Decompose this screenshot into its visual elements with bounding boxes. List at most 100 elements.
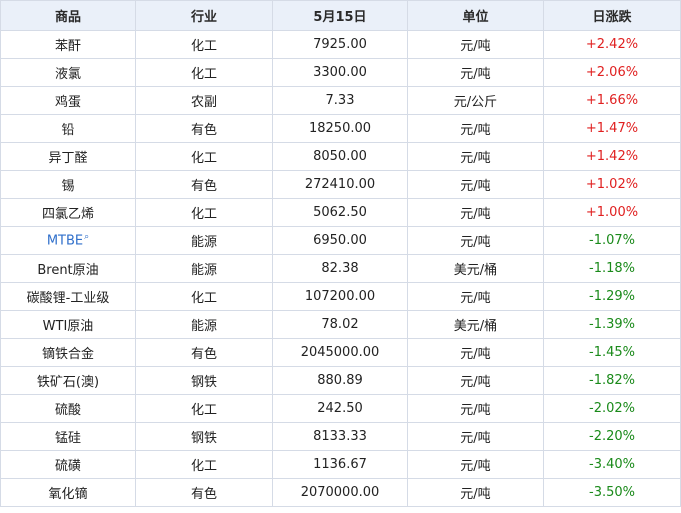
cell-product-name: 铁矿石(澳) <box>0 366 136 395</box>
cell-product-name: 锰硅 <box>0 422 136 451</box>
cell-change: -2.20% <box>543 422 681 451</box>
cell-unit: 元/吨 <box>407 450 544 479</box>
cell-industry: 化工 <box>135 450 273 479</box>
cell-change: -1.07% <box>543 226 681 255</box>
product-link[interactable]: MTBE <box>47 234 83 249</box>
cell-price: 880.89 <box>272 366 408 395</box>
cell-price: 5062.50 <box>272 198 408 227</box>
cell-price: 242.50 <box>272 394 408 423</box>
cell-change: -3.50% <box>543 478 681 507</box>
cell-industry: 钢铁 <box>135 422 273 451</box>
table-row: 硫磺 化工 1136.67 元/吨 -3.40% <box>0 450 681 479</box>
cell-price: 2045000.00 <box>272 338 408 367</box>
cell-unit: 元/吨 <box>407 30 544 59</box>
cell-industry: 能源 <box>135 254 273 283</box>
cell-price: 3300.00 <box>272 58 408 87</box>
header-product: 商品 <box>0 0 136 31</box>
cell-industry: 有色 <box>135 338 273 367</box>
cell-product-name: 氧化镝 <box>0 478 136 507</box>
cell-price: 8050.00 <box>272 142 408 171</box>
table-row: 苯酐 化工 7925.00 元/吨 +2.42% <box>0 30 681 59</box>
commodity-price-table-container: 商品 行业 5月15日 单位 日涨跌 苯酐 化工 7925.00 元/吨 +2.42% 液… <box>0 0 681 513</box>
table-row: 锡有色 272410.00 元/吨 +1.02% <box>0 170 681 199</box>
cell-industry: 农副 <box>135 86 273 115</box>
table-row: 异丁醛 化工 8050.00 元/吨 +1.42% <box>0 142 681 171</box>
cell-change: +1.00% <box>543 198 681 227</box>
cell-unit: 元/吨 <box>407 170 544 199</box>
table-row: 锰硅 钢铁 8133.33 元/吨 -2.20% <box>0 422 681 451</box>
header-unit: 单位 <box>407 0 544 31</box>
cell-product-name: 异丁醛 <box>0 142 136 171</box>
cell-change: -1.45% <box>543 338 681 367</box>
cell-unit: 元/吨 <box>407 282 544 311</box>
table-row: 碳酸锂-工业级 化工 107200.00 元/吨 -1.29% <box>0 282 681 311</box>
table-row: 铁矿石(澳) 钢铁 880.89 元/吨 -1.82% <box>0 366 681 395</box>
cell-price: 107200.00 <box>272 282 408 311</box>
cell-product-name: 硫酸 <box>0 394 136 423</box>
cell-industry: 化工 <box>135 142 273 171</box>
cell-price: 82.38 <box>272 254 408 283</box>
cell-product-name: MTBE⌕ <box>0 226 136 255</box>
cell-change: -1.39% <box>543 310 681 339</box>
cell-product-name: 苯酐 <box>0 30 136 59</box>
cell-product-name: 镝铁合金 <box>0 338 136 367</box>
cell-unit: 元/吨 <box>407 394 544 423</box>
cell-change: +2.42% <box>543 30 681 59</box>
cell-change: -3.40% <box>543 450 681 479</box>
cell-product-name: 液氯 <box>0 58 136 87</box>
cell-industry: 化工 <box>135 394 273 423</box>
cell-price: 18250.00 <box>272 114 408 143</box>
cell-product-name: 碳酸锂-工业级 <box>0 282 136 311</box>
cell-product-name: 四氯乙烯 <box>0 198 136 227</box>
cell-industry: 能源 <box>135 310 273 339</box>
cell-industry: 能源 <box>135 226 273 255</box>
search-icon[interactable]: ⌕ <box>84 232 89 242</box>
cell-price: 272410.00 <box>272 170 408 199</box>
cell-change: -1.29% <box>543 282 681 311</box>
cell-industry: 有色 <box>135 114 273 143</box>
table-row: MTBE⌕ 能源 6950.00 元/吨 -1.07% <box>0 226 681 255</box>
cell-unit: 美元/桶 <box>407 254 544 283</box>
cell-unit: 元/吨 <box>407 226 544 255</box>
cell-industry: 有色 <box>135 170 273 199</box>
cell-change: +1.02% <box>543 170 681 199</box>
header-industry: 行业 <box>135 0 273 31</box>
table-row: 镝铁合金 有色 2045000.00 元/吨 -1.45% <box>0 338 681 367</box>
cell-unit: 元/吨 <box>407 338 544 367</box>
table-body: 苯酐 化工 7925.00 元/吨 +2.42% 液氯 化工 3300.00 元/吨 +2.06%… <box>0 30 681 507</box>
cell-industry: 化工 <box>135 58 273 87</box>
cell-product-name: 锡 <box>0 170 136 199</box>
cell-change: +1.66% <box>543 86 681 115</box>
cell-change: -1.82% <box>543 366 681 395</box>
cell-change: +1.47% <box>543 114 681 143</box>
cell-product-name: 硫磺 <box>0 450 136 479</box>
cell-industry: 有色 <box>135 478 273 507</box>
cell-product-name: Brent原油 <box>0 254 136 283</box>
table-row: 四氯乙烯 化工 5062.50 元/吨 +1.00% <box>0 198 681 227</box>
cell-unit: 元/吨 <box>407 478 544 507</box>
table-row: 硫酸 化工 242.50 元/吨 -2.02% <box>0 394 681 423</box>
cell-price: 1136.67 <box>272 450 408 479</box>
cell-price: 8133.33 <box>272 422 408 451</box>
cell-product-name: WTI原油 <box>0 310 136 339</box>
cell-price: 78.02 <box>272 310 408 339</box>
table-row: 鸡蛋 农副 7.33 元/公斤 +1.66% <box>0 86 681 115</box>
cell-price: 2070000.00 <box>272 478 408 507</box>
cell-change: -2.02% <box>543 394 681 423</box>
cell-change: +2.06% <box>543 58 681 87</box>
cell-change: +1.42% <box>543 142 681 171</box>
cell-unit: 元/吨 <box>407 142 544 171</box>
cell-price: 6950.00 <box>272 226 408 255</box>
cell-unit: 元/吨 <box>407 58 544 87</box>
table-row: 铅有色 18250.00 元/吨 +1.47% <box>0 114 681 143</box>
cell-industry: 钢铁 <box>135 366 273 395</box>
cell-industry: 化工 <box>135 282 273 311</box>
cell-unit: 元/吨 <box>407 366 544 395</box>
cell-price: 7.33 <box>272 86 408 115</box>
cell-product-name: 鸡蛋 <box>0 86 136 115</box>
cell-unit: 元/吨 <box>407 422 544 451</box>
cell-unit: 元/吨 <box>407 114 544 143</box>
cell-unit: 元/公斤 <box>407 86 544 115</box>
cell-industry: 化工 <box>135 30 273 59</box>
table-row: Brent原油 能源 82.38 美元/桶 -1.18% <box>0 254 681 283</box>
